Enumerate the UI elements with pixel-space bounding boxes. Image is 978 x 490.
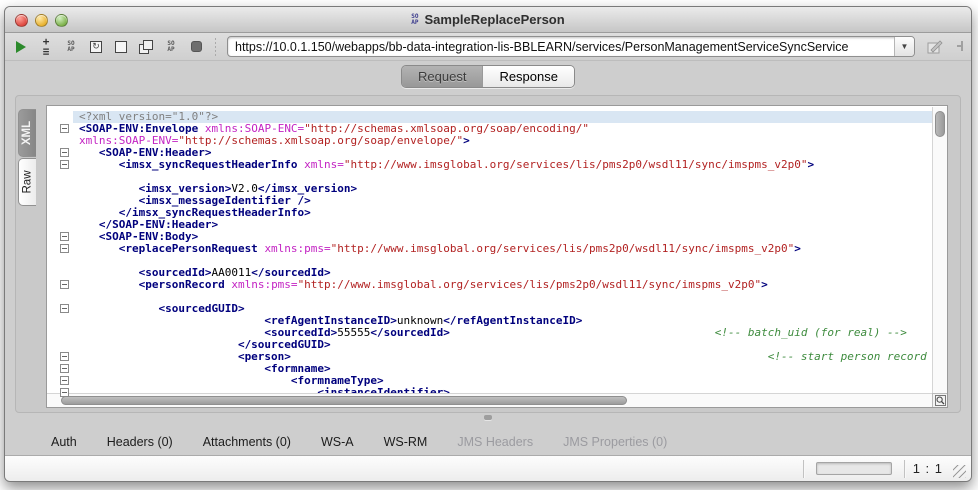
- fold-toggle-icon[interactable]: [60, 388, 69, 397]
- tab-response[interactable]: Response: [482, 66, 574, 87]
- fold-margin[interactable]: [47, 111, 73, 393]
- splitter-handle[interactable]: [484, 415, 492, 420]
- toolbar-separator: [215, 38, 216, 56]
- title-bar[interactable]: SOAP SampleReplacePerson: [5, 7, 971, 33]
- add-to-testcase-button[interactable]: +≡: [38, 39, 54, 55]
- soapui-logo-icon: SOAP: [411, 14, 418, 26]
- editor-zoom-button[interactable]: [932, 393, 947, 407]
- side-tab-xml[interactable]: XML: [18, 109, 36, 157]
- code-line[interactable]: <replacePersonRequest xmlns:pms="http://…: [79, 243, 932, 255]
- side-tab-raw[interactable]: Raw: [18, 158, 36, 206]
- fold-toggle-icon[interactable]: [60, 244, 69, 253]
- fold-toggle-icon[interactable]: [60, 280, 69, 289]
- fold-toggle-icon[interactable]: [60, 364, 69, 373]
- inspector-tab-ws-rm[interactable]: WS-RM: [384, 435, 428, 449]
- close-window-button[interactable]: [15, 14, 28, 27]
- horizontal-scrollbar-thumb[interactable]: [61, 396, 627, 405]
- fold-toggle-icon[interactable]: [60, 304, 69, 313]
- code-line[interactable]: <imsx_syncRequestHeaderInfo xmlns="http:…: [79, 159, 932, 171]
- inspector-tab-jms-properties-0: JMS Properties (0): [563, 435, 667, 449]
- soapui-online-help-button[interactable]: SOAP: [163, 39, 179, 55]
- editor-view-tabs: XML Raw: [18, 109, 36, 206]
- endpoint-url-input[interactable]: [228, 37, 894, 56]
- recreate-icon: ↻: [90, 41, 102, 53]
- clone-request-button[interactable]: [138, 39, 154, 55]
- code-lines[interactable]: <?xml version="1.0"?><SOAP-ENV:Envelope …: [47, 111, 932, 393]
- clipped-toolbar-icon: [955, 39, 963, 55]
- vertical-scrollbar-thumb[interactable]: [935, 111, 945, 137]
- play-icon: [16, 41, 26, 53]
- empty-square-icon: [115, 41, 127, 53]
- edit-pencil-icon: [927, 40, 943, 54]
- recreate-request-button[interactable]: ↻: [88, 39, 104, 55]
- endpoint-dropdown-button[interactable]: ▼: [894, 37, 914, 56]
- code-line[interactable]: </SOAP-ENV:Header>: [79, 219, 932, 231]
- inspector-tab-jms-headers: JMS Headers: [457, 435, 533, 449]
- soapui-request-window: SOAP SampleReplacePerson +≡ SOAP ↻ SOAP …: [4, 6, 972, 482]
- request-editor-panel: <?xml version="1.0"?><SOAP-ENV:Envelope …: [15, 95, 961, 413]
- soapui-request-icon[interactable]: SOAP: [63, 39, 79, 55]
- horizontal-scrollbar[interactable]: [47, 393, 932, 407]
- fold-toggle-icon[interactable]: [60, 232, 69, 241]
- fold-toggle-icon[interactable]: [60, 124, 69, 133]
- cancel-request-button[interactable]: [188, 39, 204, 55]
- resize-grip-icon[interactable]: [953, 465, 966, 478]
- fold-toggle-icon[interactable]: [60, 160, 69, 169]
- endpoint-combo: ▼: [227, 36, 915, 57]
- fold-toggle-icon[interactable]: [60, 376, 69, 385]
- create-empty-button[interactable]: [113, 39, 129, 55]
- code-line[interactable]: <personRecord xmlns:pms="http://www.imsg…: [79, 279, 932, 291]
- magnifier-icon: [935, 395, 946, 406]
- edit-endpoint-button[interactable]: [924, 38, 946, 56]
- status-bar: 1 : 1: [5, 455, 971, 481]
- zoom-window-button[interactable]: [55, 14, 68, 27]
- view-tab-row: Request Response: [5, 61, 971, 91]
- progress-bar: [816, 462, 892, 475]
- run-button[interactable]: [13, 39, 29, 55]
- inspector-tab-auth[interactable]: Auth: [51, 435, 77, 449]
- minimize-window-button[interactable]: [35, 14, 48, 27]
- caret-position: 1 : 1: [913, 461, 943, 476]
- inspector-tab-attachments-0[interactable]: Attachments (0): [203, 435, 291, 449]
- inspector-tabs: Auth Headers (0) Attachments (0) WS-A WS-RM J…: [5, 427, 971, 457]
- xml-editor[interactable]: <?xml version="1.0"?><SOAP-ENV:Envelope …: [46, 105, 948, 408]
- tab-request[interactable]: Request: [402, 66, 482, 87]
- vertical-scrollbar[interactable]: [932, 107, 947, 393]
- stop-icon: [191, 41, 202, 52]
- request-toolbar: +≡ SOAP ↻ SOAP ▼: [5, 33, 971, 61]
- clone-icon: [139, 40, 153, 54]
- window-title: SampleReplacePerson: [425, 12, 565, 27]
- inspector-tab-ws-a[interactable]: WS-A: [321, 435, 354, 449]
- status-separator: [904, 460, 905, 478]
- inspector-tab-headers-0[interactable]: Headers (0): [107, 435, 173, 449]
- fold-toggle-icon[interactable]: [60, 352, 69, 361]
- fold-toggle-icon[interactable]: [60, 148, 69, 157]
- status-separator: [803, 460, 804, 478]
